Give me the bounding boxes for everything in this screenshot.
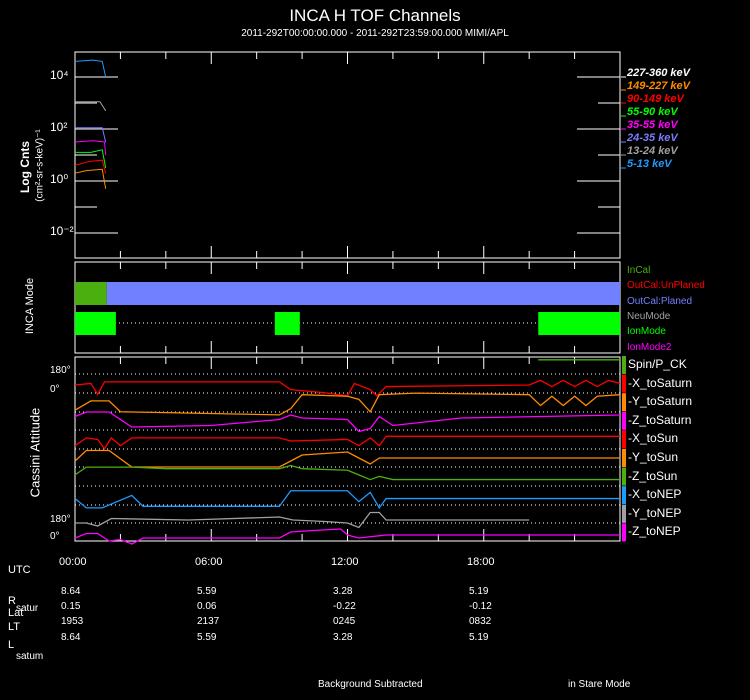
legend-entry: 90-149 keV: [627, 93, 684, 105]
flux-line-55-90keV: [75, 149, 107, 169]
time-label: 12:00: [331, 556, 359, 568]
attitude-line: [74, 411, 621, 433]
attitude-label: Cassini Attitude: [27, 407, 43, 498]
attitude-legend-entry: -Z_toNEP: [628, 524, 681, 539]
time-label: 18:00: [467, 556, 495, 568]
inca-mode-label: INCA Mode: [24, 277, 36, 335]
attitude-line: [74, 449, 620, 468]
legend-color-bar: [622, 430, 626, 449]
mode-legend-entry: IonMode2: [627, 341, 672, 353]
footer-right: in Stare Mode: [568, 679, 631, 690]
ephemeris-value: 0.15: [61, 601, 81, 612]
ephemeris-value: 0832: [469, 616, 492, 627]
cal-bar: [106, 282, 620, 305]
ephemeris-value: 8.64: [61, 586, 81, 597]
attitude-legend-entry: -Z_toSun: [628, 468, 678, 483]
mode-legend-entry: OutCal:Planed: [627, 295, 693, 307]
attitude-line: [74, 379, 621, 397]
ephemeris-value: 0.06: [197, 601, 217, 612]
ephemeris-value: 5.19: [469, 586, 489, 597]
ion-mode-bar: [75, 312, 116, 335]
inca-mode-panel-frame: [74, 261, 621, 354]
ephemeris-value: 5.59: [197, 586, 217, 597]
attitude-tick-label: 180°: [50, 365, 71, 376]
time-label: 00:00: [59, 556, 87, 568]
y-axis-label: Log Cnts: [18, 141, 32, 193]
legend-color-bar: [622, 411, 626, 430]
attitude-tick-label: 180°: [50, 514, 71, 525]
attitude-legend-entry: -Y_toNEP: [628, 505, 682, 520]
ephemeris-row-label: L: [8, 639, 15, 651]
flux-line-5-13keV: [74, 59, 107, 78]
attitude-legend-entry: Spin/P_CK: [628, 357, 687, 371]
utc-label: UTC: [8, 564, 31, 576]
legend-entry: 149-227 keV: [627, 80, 690, 92]
ephemeris-value: 8.64: [61, 632, 81, 643]
legend-entry: 5-13 keV: [627, 158, 672, 170]
ion-mode-bar: [274, 312, 300, 335]
legend-entry: 35-55 keV: [627, 119, 678, 131]
attitude-legend-entry: -X_toSaturn: [628, 375, 693, 390]
y-tick-label: 10⁴: [50, 68, 69, 82]
ion-mode-bar: [538, 312, 620, 335]
legend-color-bar: [622, 523, 626, 542]
flux-panel-frame: [74, 51, 621, 259]
ephemeris-value: 3.28: [333, 586, 353, 597]
legend-color-bar: [622, 393, 626, 412]
ephemeris-row-sublabel: satum: [16, 651, 44, 662]
attitude-legend-entry: -X_toNEP: [628, 487, 682, 502]
ephemeris-value: 2137: [197, 616, 220, 627]
legend-entry: 227-360 keV: [627, 67, 690, 79]
ephemeris-value: 5.59: [197, 632, 217, 643]
attitude-legend-entry: -X_toSun: [628, 431, 679, 446]
flux-line-149-227keV: [74, 168, 107, 189]
mode-legend-entry: OutCal:UnPlaned: [627, 280, 705, 292]
attitude-tick-label: 0°: [50, 531, 60, 542]
ephemeris-row-label: R: [8, 595, 16, 607]
attitude-line: [75, 511, 530, 529]
time-label: 06:00: [195, 556, 223, 568]
legend-color-bar: [622, 374, 626, 393]
attitude-tick-label: 0°: [50, 384, 60, 395]
ephemeris-value: 1953: [61, 616, 84, 627]
y-axis-units: (cm²-sr-s-keV)⁻¹: [34, 129, 46, 202]
ephemeris-value: 5.19: [469, 632, 489, 643]
mode-legend-entry: IonMode: [627, 326, 666, 338]
mode-legend-entry: NeuMode: [627, 310, 671, 322]
ephemeris-row-label: Lat: [8, 607, 24, 619]
mode-legend-entry: InCal: [627, 265, 651, 276]
legend-color-bar: [622, 356, 626, 374]
legend-entry: 55-90 keV: [627, 106, 678, 118]
y-tick-label: 10⁻²: [50, 224, 74, 238]
y-tick-label: 10²: [50, 120, 68, 134]
ephemeris-value: -0.12: [469, 601, 492, 612]
attitude-line: [74, 435, 620, 450]
attitude-legend-entry: -Y_toSaturn: [628, 394, 693, 409]
legend-entry: 24-35 keV: [627, 132, 678, 144]
ephemeris-value: 3.28: [333, 632, 353, 643]
footer-left: Background Subtracted: [318, 679, 423, 690]
legend-color-bar: [622, 467, 626, 486]
legend-entry: 13-24 keV: [627, 145, 678, 157]
y-tick-label: 10⁰: [50, 172, 69, 186]
flux-line-90-149keV: [74, 159, 107, 174]
legend-color-bar: [622, 504, 626, 523]
ephemeris-value: 0245: [333, 616, 356, 627]
ephemeris-value: -0.22: [333, 601, 356, 612]
flux-line-24-35keV: [75, 127, 107, 143]
attitude-line: [74, 464, 620, 481]
ephemeris-row-label: LT: [8, 621, 21, 633]
legend-color-bar: [622, 449, 626, 467]
legend-color-bar: [622, 486, 626, 505]
cal-bar: [75, 282, 107, 305]
attitude-legend-entry: -Y_toSun: [628, 450, 679, 464]
attitude-legend-entry: -Z_toSaturn: [628, 412, 692, 427]
